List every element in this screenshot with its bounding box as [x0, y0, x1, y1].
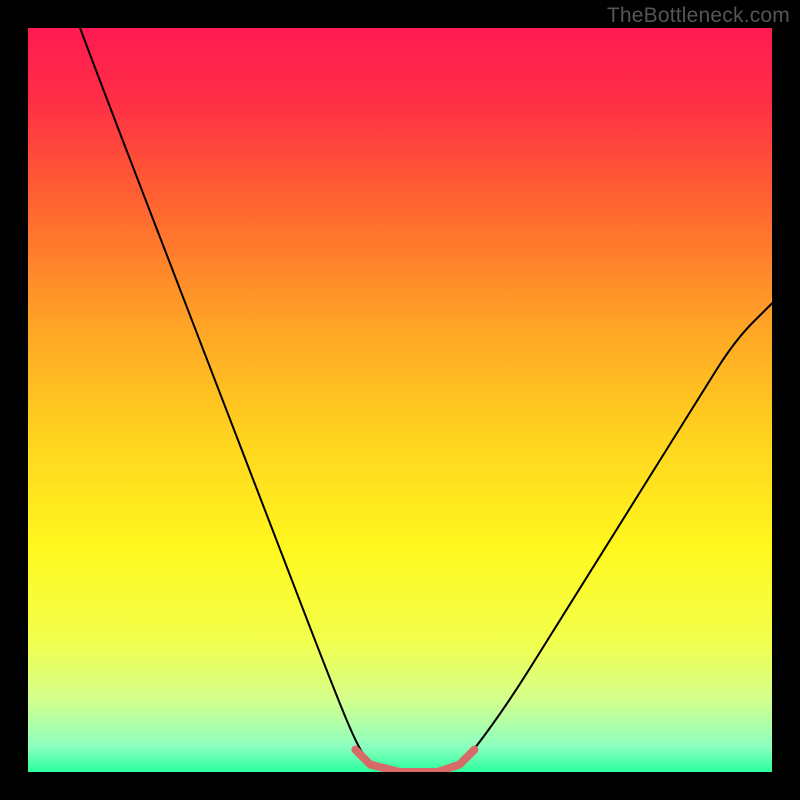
gradient-background — [28, 28, 772, 772]
plot-area — [28, 28, 772, 772]
watermark-text: TheBottleneck.com — [607, 4, 790, 28]
chart-frame: TheBottleneck.com — [0, 0, 800, 800]
chart-svg — [28, 28, 772, 772]
